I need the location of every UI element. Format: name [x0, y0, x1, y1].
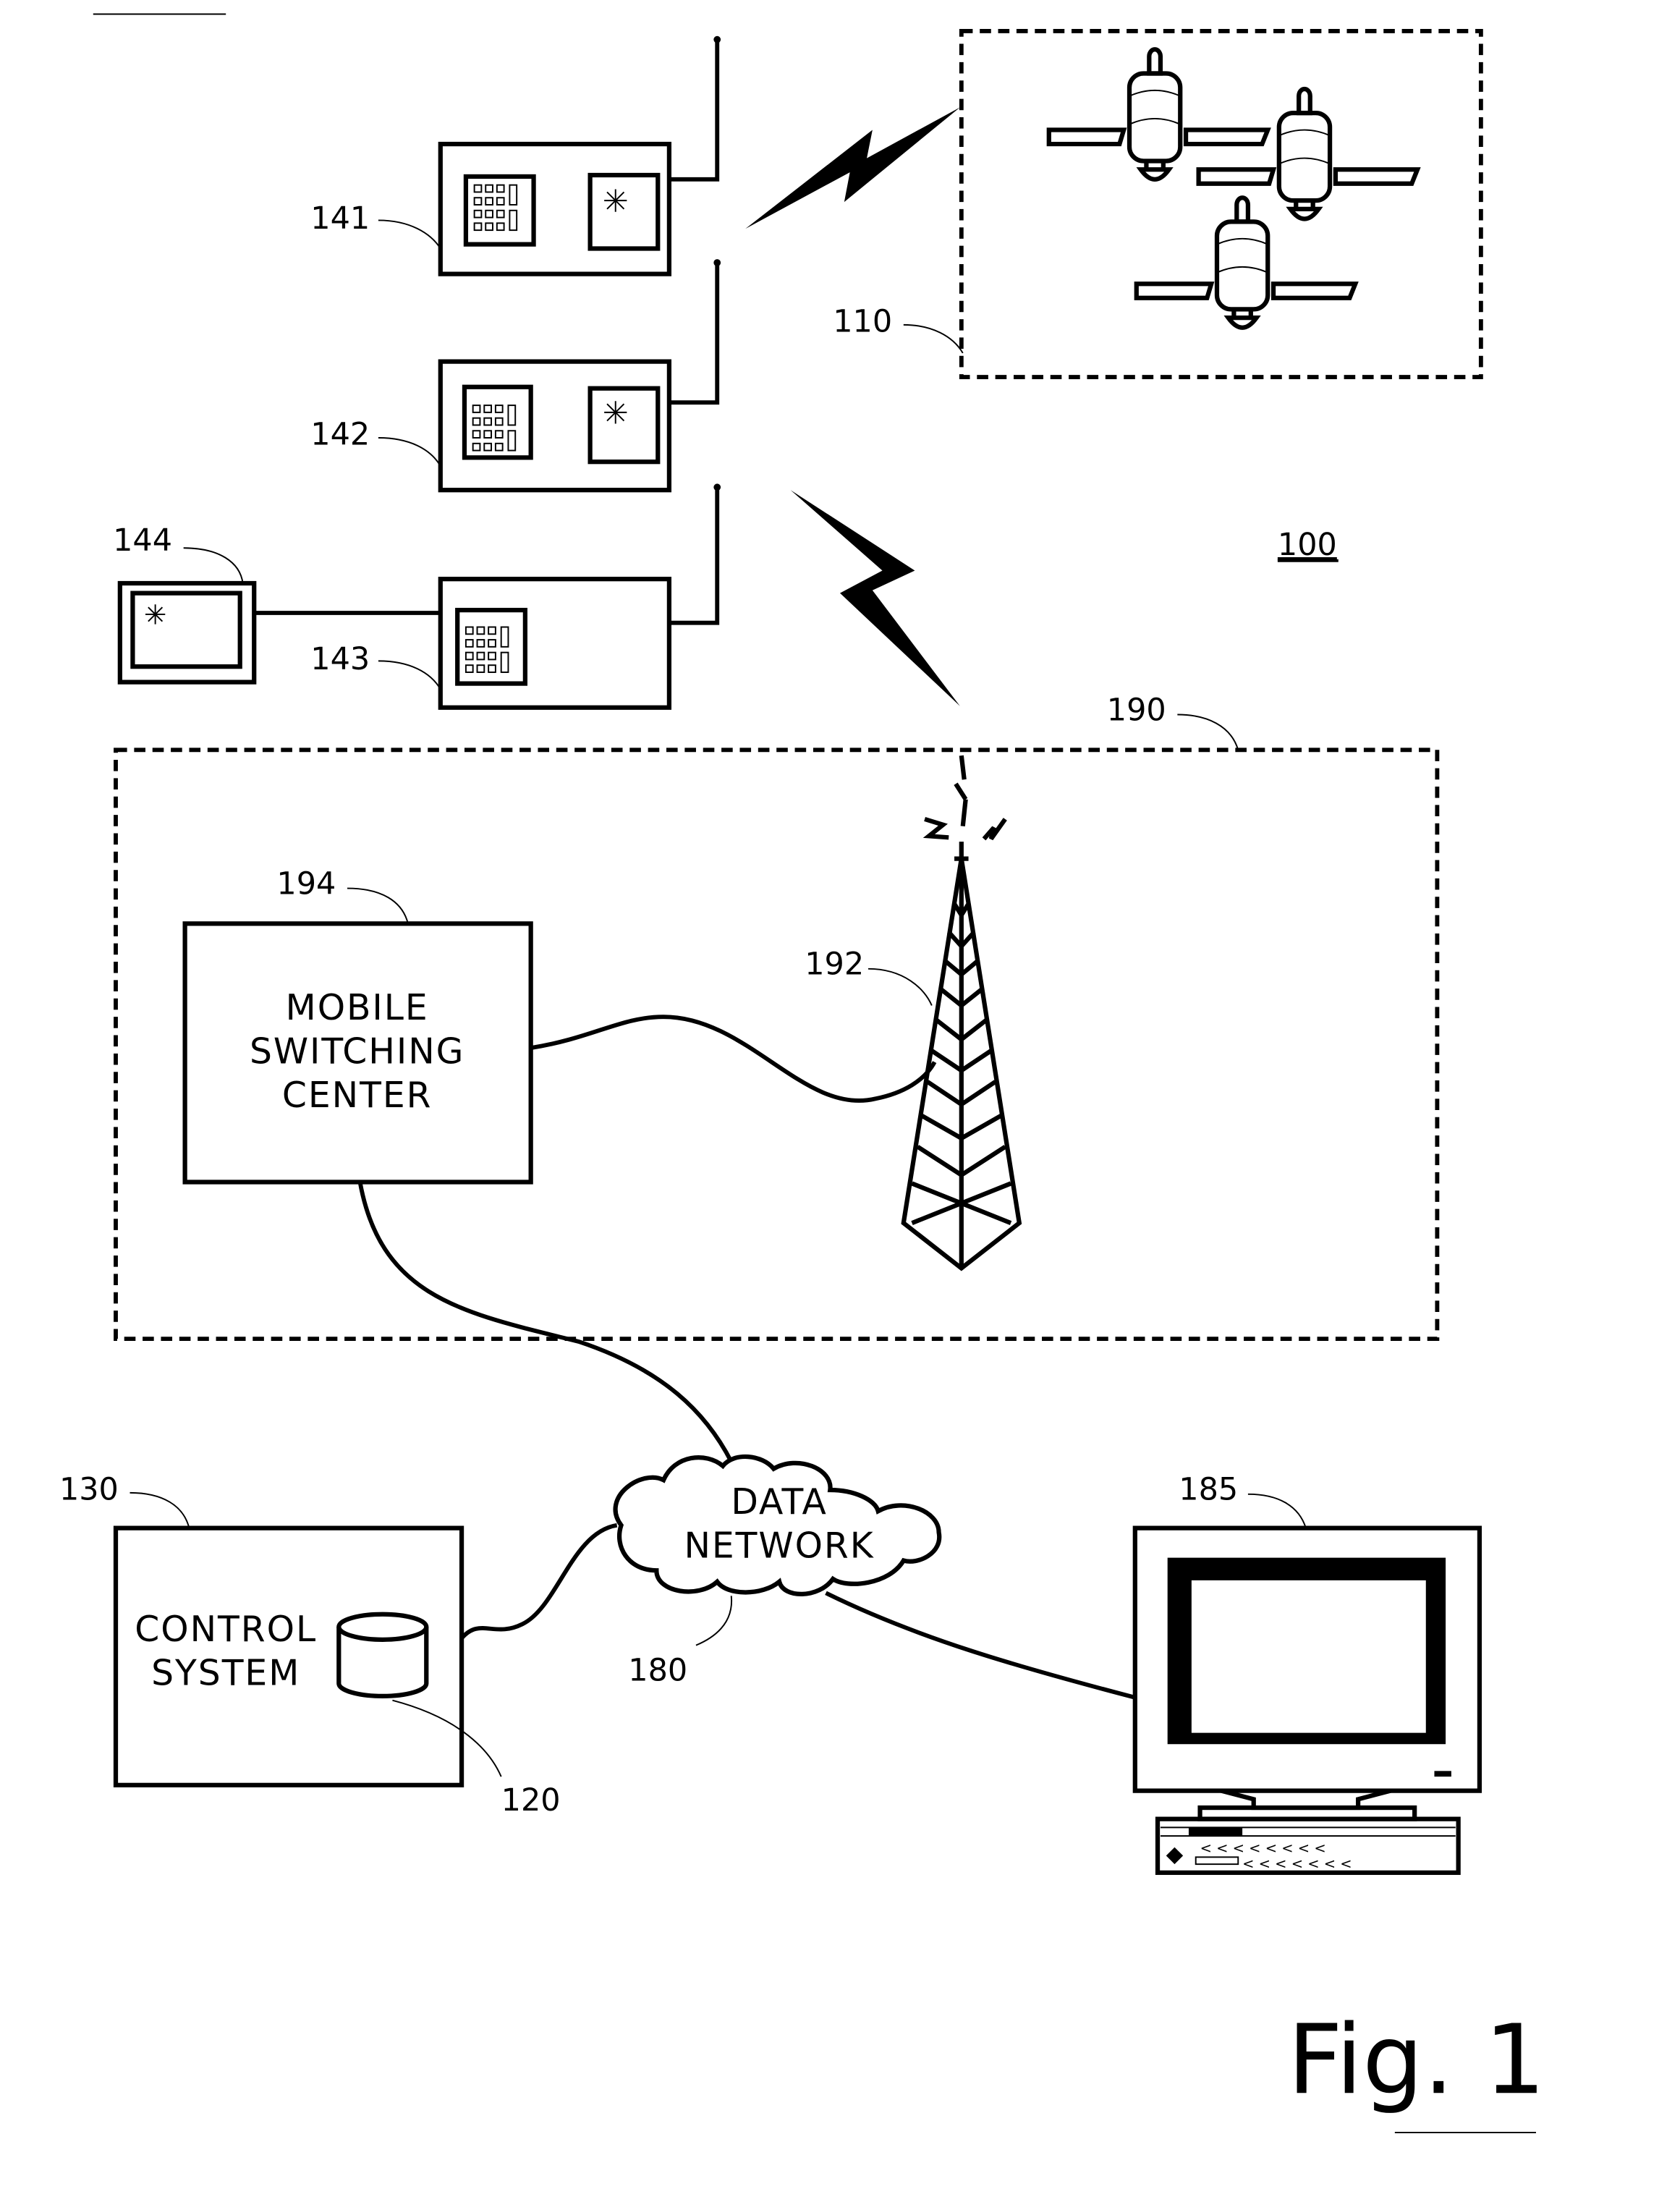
device-142[interactable] — [438, 259, 721, 493]
msc-line-3: CENTER — [282, 1075, 433, 1116]
monitor-screen — [1167, 1557, 1446, 1745]
label-194: 194 — [276, 865, 336, 902]
computer-185[interactable]: < < < < < < < < < < < < < < < — [1132, 1525, 1482, 1875]
satellite-icon — [1046, 47, 1271, 182]
msc-tower-link — [530, 1015, 937, 1103]
label-120: 120 — [501, 1782, 561, 1818]
label-110: 110 — [833, 304, 892, 340]
svg-text:< < < <: < < < < < < < — [1242, 1855, 1352, 1872]
label-190: 190 — [1107, 692, 1166, 728]
network-computer-link — [825, 1591, 1136, 1700]
screen-icon — [587, 386, 661, 465]
lightning-bolt-icon — [790, 490, 960, 706]
label-130: 130 — [59, 1472, 119, 1508]
device-143[interactable] — [438, 483, 721, 710]
label-180: 180 — [628, 1652, 687, 1688]
device-141[interactable] — [438, 35, 721, 276]
satellite-group-110[interactable] — [959, 29, 1483, 380]
keyboard-icon: < < < < < < < < < < < < < < < — [1155, 1816, 1461, 1875]
keypad-icon — [455, 607, 527, 686]
figure-title: Fig. 1 — [1288, 2004, 1546, 2116]
database-icon-120[interactable] — [336, 1612, 429, 1699]
label-185: 185 — [1179, 1472, 1238, 1508]
label-144: 144 — [113, 522, 172, 559]
control-line-2: SYSTEM — [151, 1652, 300, 1693]
msc-line-2: SWITCHING — [250, 1031, 464, 1072]
satellite-icon — [1196, 86, 1421, 221]
keypad-icon — [462, 384, 533, 460]
patent-figure: 141 142 143 144 110 100 190 192 MOBILE S… — [59, 13, 1546, 2133]
label-143: 143 — [310, 641, 370, 677]
label-192: 192 — [805, 947, 864, 983]
control-line-1: CONTROL — [135, 1609, 317, 1650]
display-144[interactable] — [117, 580, 441, 685]
lightning-bolt-icon — [745, 107, 960, 229]
keypad-icon — [463, 174, 536, 247]
satellite-icon — [1134, 195, 1359, 330]
network-line-1: DATA — [731, 1481, 827, 1523]
system-label-100: 100 — [1278, 527, 1337, 563]
screen-icon — [587, 172, 661, 251]
tower-192[interactable] — [901, 755, 1022, 1271]
network-line-2: NETWORK — [684, 1525, 875, 1567]
svg-text:< < < <: < < < < < < < < — [1200, 1840, 1326, 1857]
msc-network-link — [357, 1181, 734, 1463]
label-142: 142 — [310, 417, 370, 453]
data-network-cloud-180[interactable]: DATA NETWORK — [613, 1454, 942, 1596]
control-system-130[interactable]: CONTROL SYSTEM — [113, 1525, 464, 1787]
msc-box-194[interactable]: MOBILE SWITCHING CENTER — [182, 921, 533, 1185]
label-141: 141 — [310, 200, 370, 237]
msc-line-1: MOBILE — [286, 987, 429, 1028]
control-network-link — [459, 1523, 618, 1640]
